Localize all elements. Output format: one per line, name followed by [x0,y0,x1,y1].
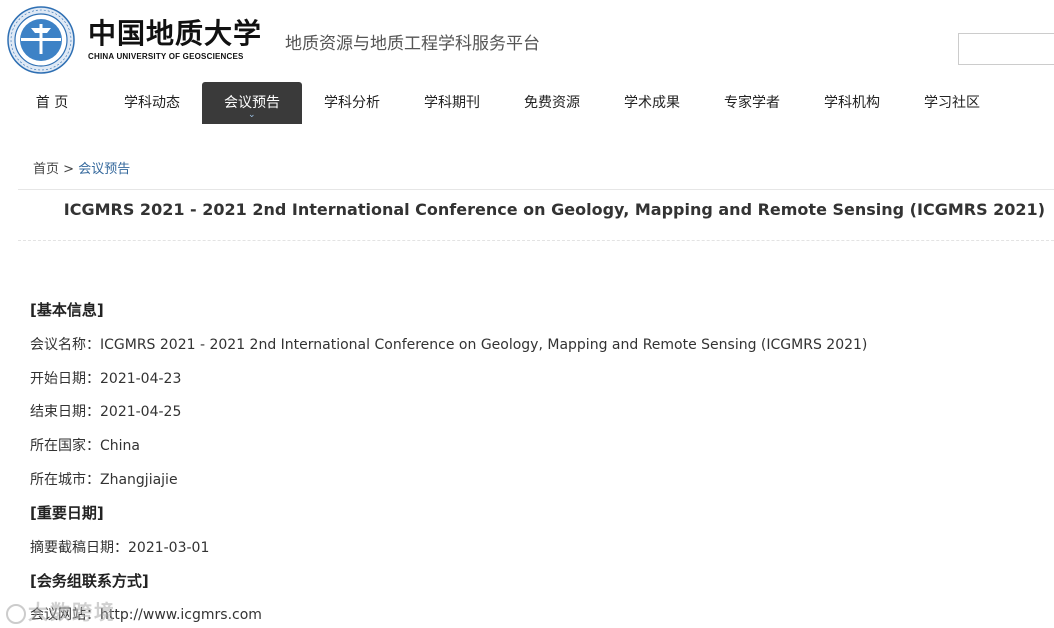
university-wordmark[interactable]: 中国地质大学 CHINA UNIVERSITY OF GEOSCIENCES [88,17,263,62]
search-input[interactable] [958,33,1054,65]
breadcrumb-home-link[interactable]: 首页 [33,162,59,177]
nav-home[interactable]: 首 页 [2,82,102,124]
contact-heading: [会务组联系方式] [30,572,149,590]
info-row-conference-name: 会议名称：ICGMRS 2021 - 2021 2nd Internationa… [30,334,867,354]
platform-title: 地质资源与地质工程学科服务平台 [285,34,540,54]
info-label: 会议网站： [30,607,100,623]
info-row-country: 所在国家：China [30,435,140,455]
nav-experts[interactable]: 专家学者 [702,82,802,124]
divider [18,189,1054,190]
nav-conference-preview-label: 会议预告 [224,95,280,111]
info-label: 开始日期： [30,371,100,387]
info-value: China [100,438,140,454]
important-dates-heading: [重要日期] [30,504,104,522]
info-label: 结束日期： [30,404,100,420]
nav-institutions[interactable]: 学科机构 [802,82,902,124]
website-link[interactable]: http://www.icgmrs.com [100,607,262,623]
info-row-abstract-deadline: 摘要截稿日期：2021-03-01 [30,537,209,557]
nav-academic-achievements[interactable]: 学术成果 [602,82,702,124]
main-nav: 首 页 学科动态 会议预告 ⌄ 学科分析 学科期刊 免费资源 学术成果 专家学者… [0,82,1054,124]
info-row-city: 所在城市：Zhangjiajie [30,469,178,489]
nav-discipline-analysis[interactable]: 学科分析 [302,82,402,124]
info-label: 会议名称： [30,337,100,353]
logo-chinese-name: 中国地质大学 [88,17,263,50]
breadcrumb-current-link[interactable]: 会议预告 [78,162,130,177]
info-value: 2021-03-01 [128,540,210,556]
watermark-logo-icon [6,603,26,624]
nav-conference-preview[interactable]: 会议预告 ⌄ [202,82,302,124]
header: 中国地质大学 CHINA UNIVERSITY OF GEOSCIENCES 地… [0,0,1054,82]
info-value: ICGMRS 2021 - 2021 2nd International Con… [100,337,868,353]
basic-info-heading: [基本信息] [30,301,104,319]
university-seal-logo[interactable] [7,6,75,74]
nav-learning-community[interactable]: 学习社区 [902,82,1002,124]
info-row-start-date: 开始日期：2021-04-23 [30,368,181,388]
info-label: 所在国家： [30,438,100,454]
breadcrumb-separator: > [63,162,75,177]
info-label: 摘要截稿日期： [30,540,128,556]
nav-free-resources[interactable]: 免费资源 [502,82,602,124]
breadcrumb: 首页 > 会议预告 [33,158,130,177]
divider [18,240,1054,241]
info-value: 2021-04-23 [100,371,182,387]
nav-discipline-news[interactable]: 学科动态 [102,82,202,124]
info-row-end-date: 结束日期：2021-04-25 [30,401,181,421]
logo-english-name: CHINA UNIVERSITY OF GEOSCIENCES [88,52,244,61]
info-row-website: 会议网站：http://www.icgmrs.com [30,604,262,624]
chevron-down-icon: ⌄ [248,110,256,120]
info-value: Zhangjiajie [100,472,178,488]
conference-title: ICGMRS 2021 - 2021 2nd International Con… [63,200,1045,219]
info-label: 所在城市： [30,472,100,488]
nav-journals[interactable]: 学科期刊 [402,82,502,124]
info-value: 2021-04-25 [100,404,182,420]
